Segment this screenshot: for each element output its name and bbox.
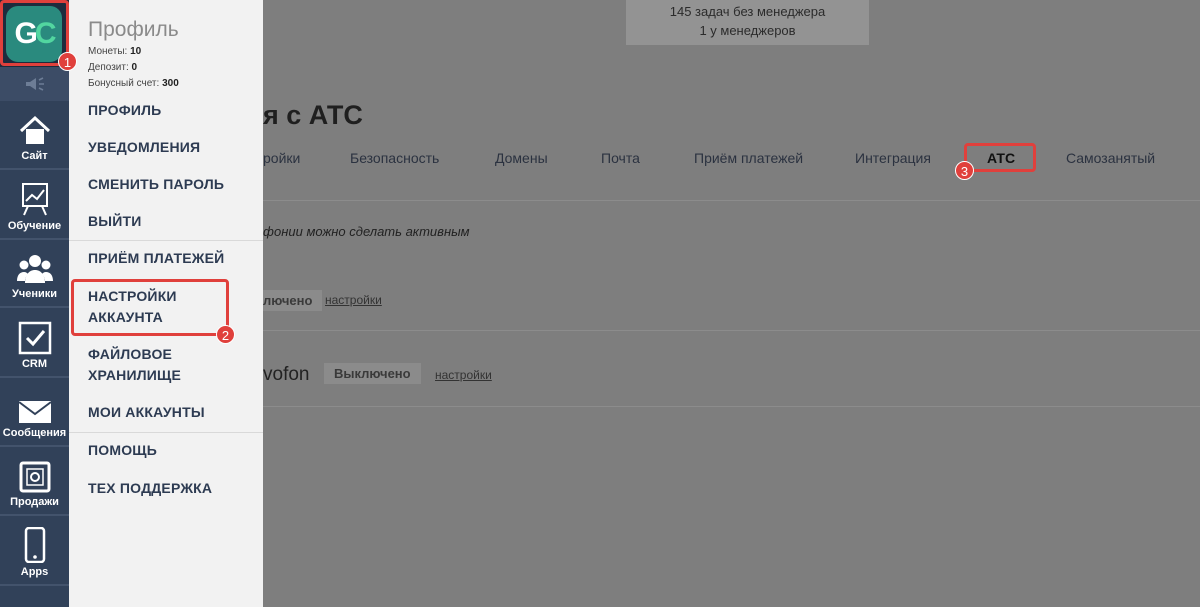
main-content: 145 задач без менеджера 1 у менеджеров я… — [263, 0, 1200, 607]
telephony-hint: фонии можно сделать активным — [263, 224, 470, 239]
chart-board-icon — [21, 183, 48, 216]
provider-settings-link[interactable]: настройки — [325, 293, 382, 307]
sidebar-item-label: Продажи — [10, 496, 59, 508]
tab-payments[interactable]: Приём платежей — [694, 150, 803, 166]
balance-value: 300 — [162, 78, 179, 89]
sidebar-item-site[interactable]: Сайт — [0, 101, 69, 170]
phone-icon — [24, 527, 45, 563]
main-sidebar: GC Сайт Обучение Ученики CRM Сообщения П… — [0, 0, 69, 607]
speaker-icon — [25, 77, 44, 91]
row-divider — [263, 406, 1200, 407]
menu-item-logout[interactable]: Выйти — [88, 211, 248, 232]
settings-tabs: ройки Безопасность Домены Почта Приём пл… — [263, 150, 1200, 170]
tasks-stats[interactable]: 145 задач без менеджера 1 у менеджеров — [626, 0, 869, 45]
envelope-icon — [17, 401, 52, 423]
menu-item-notifications[interactable]: Уведомления — [88, 137, 248, 158]
sidebar-item-label: Сообщения — [2, 427, 67, 439]
users-icon — [16, 255, 53, 283]
menu-item-profile[interactable]: Профиль — [88, 100, 248, 121]
menu-item-change-password[interactable]: Сменить пароль — [88, 174, 248, 195]
sidebar-item-label: Apps — [20, 566, 49, 578]
menu-divider — [69, 432, 263, 433]
tab-mail[interactable]: Почта — [601, 150, 640, 166]
status-badge: Выключено — [324, 363, 421, 384]
page-title: я с АТС — [263, 100, 363, 130]
balance-deposit: Депозит: 0 — [88, 62, 137, 73]
sidebar-item-label: Обучение — [7, 220, 62, 232]
highlight-account-settings — [71, 279, 229, 336]
tab-selfemployed[interactable]: Самозанятый — [1066, 150, 1155, 166]
balance-label: Бонусный счет: — [88, 78, 160, 89]
safe-icon — [19, 461, 50, 493]
sidebar-item-label: CRM — [21, 358, 48, 370]
stats-line-2: 1 у менеджеров — [699, 23, 796, 38]
tab-security[interactable]: Безопасность — [350, 150, 439, 166]
provider-settings-link[interactable]: настройки — [435, 368, 492, 382]
menu-item-payments[interactable]: Приём платежей — [88, 248, 248, 269]
tab-integration[interactable]: Интеграция — [855, 150, 931, 166]
row-divider — [263, 330, 1200, 331]
sidebar-item-label: Сайт — [21, 150, 48, 162]
balance-label: Монеты: — [88, 46, 128, 57]
balance-coins: Монеты: 10 — [88, 46, 141, 57]
stats-line-1: 145 задач без менеджера — [669, 4, 826, 19]
step-marker-3: 3 — [955, 161, 974, 180]
menu-item-support[interactable]: Тех поддержка — [88, 478, 248, 499]
tab-domains[interactable]: Домены — [495, 150, 548, 166]
tab-settings[interactable]: ройки — [263, 150, 300, 166]
balance-bonus: Бонусный счет: 300 — [88, 78, 179, 89]
menu-item-help[interactable]: Помощь — [88, 440, 248, 461]
sidebar-item-label: Ученики — [11, 288, 58, 300]
step-marker-1: 1 — [58, 52, 77, 71]
balance-value: 0 — [131, 62, 138, 73]
sidebar-item-students[interactable]: Ученики — [0, 240, 69, 308]
sidebar-item-messages[interactable]: Сообщения — [0, 378, 69, 447]
menu-item-my-accounts[interactable]: Мои аккаунты — [88, 402, 248, 423]
step-marker-2: 2 — [216, 325, 235, 344]
checkbox-icon — [18, 321, 51, 355]
menu-divider — [69, 240, 263, 241]
sidebar-item-apps[interactable]: Apps — [0, 516, 69, 586]
sidebar-item-learning[interactable]: Обучение — [0, 170, 69, 240]
profile-menu-title: Профиль — [88, 18, 179, 41]
balance-label: Депозит: — [88, 62, 129, 73]
provider-name: vofon — [263, 364, 310, 385]
balance-value: 10 — [130, 46, 142, 57]
highlight-ats-tab — [964, 143, 1036, 172]
home-icon — [19, 115, 50, 144]
announcements-button[interactable] — [0, 67, 69, 101]
tabs-divider — [263, 200, 1200, 201]
sidebar-item-crm[interactable]: CRM — [0, 308, 69, 378]
sidebar-item-sales[interactable]: Продажи — [0, 447, 69, 516]
status-badge: лючено — [263, 290, 323, 311]
menu-item-file-storage[interactable]: Файловое хранилище — [88, 344, 198, 386]
